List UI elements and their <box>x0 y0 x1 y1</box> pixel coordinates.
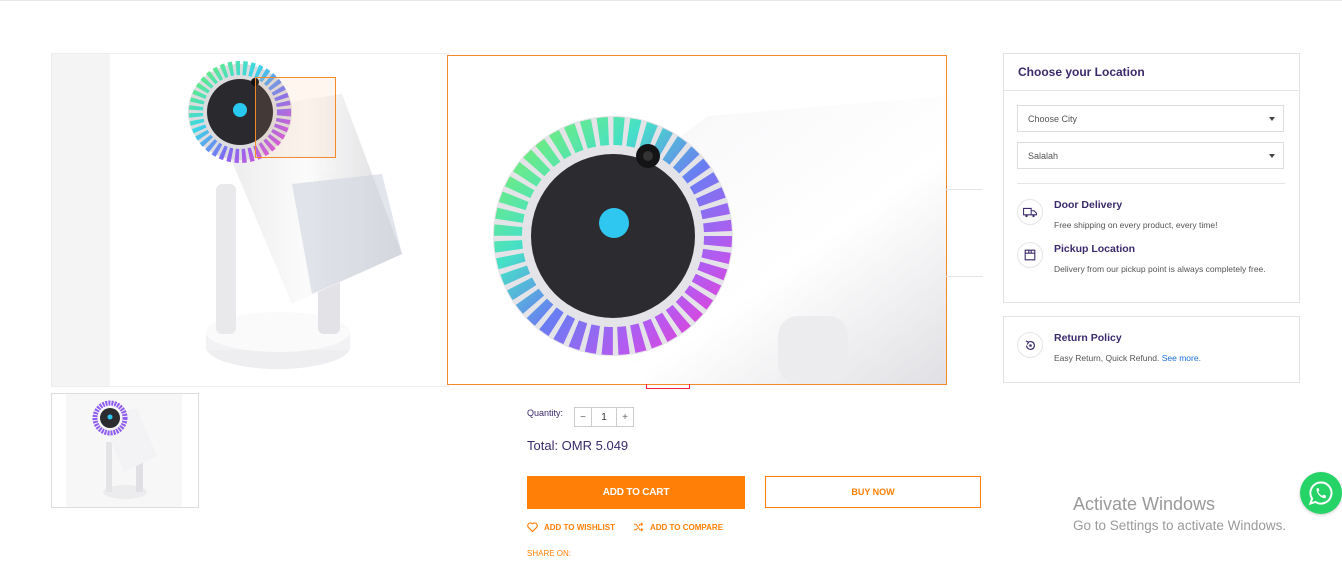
chevron-down-icon <box>1269 154 1275 158</box>
box-icon <box>1017 242 1043 268</box>
pickup-location-desc: Delivery from our pickup point is always… <box>1054 264 1266 274</box>
add-to-compare-link[interactable]: ADD TO COMPARE <box>633 522 723 532</box>
chevron-down-icon <box>1269 117 1275 121</box>
projector-thumbnail-image <box>66 394 182 507</box>
city-select-value: Choose City <box>1028 113 1078 124</box>
return-policy-desc: Easy Return, Quick Refund. See more. <box>1054 350 1289 366</box>
add-to-compare-label: ADD TO COMPARE <box>650 522 724 532</box>
add-to-wishlist-label: ADD TO WISHLIST <box>544 522 615 532</box>
see-more-link[interactable]: See more. <box>1162 353 1201 363</box>
shuffle-icon <box>633 522 644 532</box>
return-policy-text: Easy Return, Quick Refund. <box>1054 353 1162 363</box>
total-price: Total: OMR 5.049 <box>527 438 629 453</box>
pickup-location-title: Pickup Location <box>1054 243 1136 255</box>
location-panel: Choose your Location Choose City Salalah… <box>1003 53 1300 303</box>
zoom-lens <box>255 77 336 158</box>
projector-zoom-image <box>493 96 946 384</box>
door-delivery-title: Door Delivery <box>1054 199 1123 211</box>
return-policy-title: Return Policy <box>1054 332 1122 344</box>
whatsapp-chat-button[interactable] <box>1300 472 1342 514</box>
info-divider <box>945 276 983 277</box>
return-icon <box>1017 332 1043 358</box>
quantity-label: Quantity: <box>527 408 564 418</box>
quantity-decrease-button[interactable]: − <box>575 408 591 426</box>
panel-divider <box>1004 90 1299 91</box>
location-panel-title: Choose your Location <box>1018 65 1145 79</box>
return-policy-panel: Return Policy Easy Return, Quick Refund.… <box>1003 316 1300 383</box>
share-on-label: SHARE ON: <box>527 549 572 558</box>
activate-windows-subtitle: Go to Settings to activate Windows. <box>1073 518 1287 533</box>
top-divider <box>0 0 1342 1</box>
area-select[interactable]: Salalah <box>1017 142 1284 169</box>
zoom-preview <box>447 55 947 385</box>
projector-image <box>188 61 402 369</box>
buy-now-button[interactable]: BUY NOW <box>765 476 981 508</box>
door-delivery-desc: Free shipping on every product, every ti… <box>1054 220 1218 230</box>
product-thumbnail[interactable] <box>51 393 199 508</box>
quantity-increase-button[interactable]: + <box>617 408 633 426</box>
add-to-cart-button[interactable]: ADD TO CART <box>527 476 745 509</box>
product-main-image[interactable] <box>51 53 449 387</box>
panel-divider <box>1017 183 1285 184</box>
city-select[interactable]: Choose City <box>1017 105 1284 132</box>
whatsapp-icon <box>1308 481 1333 506</box>
activate-windows-watermark: Activate Windows Go to Settings to activ… <box>1073 494 1286 533</box>
quantity-input[interactable]: 1 <box>591 408 617 426</box>
price-underline-mark <box>646 384 690 389</box>
area-select-value: Salalah <box>1028 150 1059 161</box>
heart-icon <box>527 522 538 532</box>
activate-windows-title: Activate Windows <box>1073 494 1216 514</box>
truck-icon <box>1017 199 1043 225</box>
info-divider <box>945 189 983 190</box>
add-to-wishlist-link[interactable]: ADD TO WISHLIST <box>527 522 615 532</box>
quantity-stepper[interactable]: − 1 + <box>574 407 634 427</box>
